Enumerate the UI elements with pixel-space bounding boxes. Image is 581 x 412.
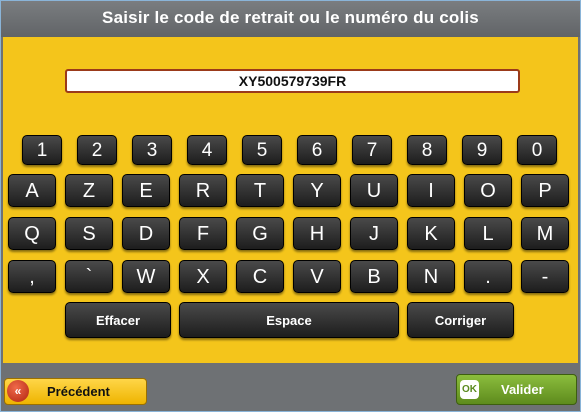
key-j[interactable]: J bbox=[350, 217, 398, 250]
key-k[interactable]: K bbox=[407, 217, 455, 250]
key-d[interactable]: D bbox=[122, 217, 170, 250]
space-button[interactable]: Espace bbox=[179, 302, 399, 338]
validate-button-label: Valider bbox=[501, 382, 544, 397]
key-2[interactable]: 2 bbox=[77, 135, 117, 165]
erase-button[interactable]: Effacer bbox=[65, 302, 171, 338]
parcel-code-input[interactable]: XY500579739FR bbox=[65, 69, 520, 93]
key-7[interactable]: 7 bbox=[352, 135, 392, 165]
ok-badge-icon: OK bbox=[460, 380, 479, 399]
key-m[interactable]: M bbox=[521, 217, 569, 250]
key-5[interactable]: 5 bbox=[242, 135, 282, 165]
key-c[interactable]: C bbox=[236, 260, 284, 293]
key-s[interactable]: S bbox=[65, 217, 113, 250]
key-a[interactable]: A bbox=[8, 174, 56, 207]
key-p[interactable]: P bbox=[521, 174, 569, 207]
key-1[interactable]: 1 bbox=[22, 135, 62, 165]
key-backtick[interactable]: ` bbox=[65, 260, 113, 293]
key-0[interactable]: 0 bbox=[517, 135, 557, 165]
key-8[interactable]: 8 bbox=[407, 135, 447, 165]
correct-button[interactable]: Corriger bbox=[407, 302, 514, 338]
key-z[interactable]: Z bbox=[65, 174, 113, 207]
key-period[interactable]: . bbox=[464, 260, 512, 293]
key-b[interactable]: B bbox=[350, 260, 398, 293]
key-4[interactable]: 4 bbox=[187, 135, 227, 165]
key-x[interactable]: X bbox=[179, 260, 227, 293]
key-e[interactable]: E bbox=[122, 174, 170, 207]
key-n[interactable]: N bbox=[407, 260, 455, 293]
key-u[interactable]: U bbox=[350, 174, 398, 207]
previous-button[interactable]: « Précédent bbox=[4, 378, 147, 405]
key-3[interactable]: 3 bbox=[132, 135, 172, 165]
validate-button[interactable]: OK Valider bbox=[456, 374, 577, 405]
key-o[interactable]: O bbox=[464, 174, 512, 207]
key-y[interactable]: Y bbox=[293, 174, 341, 207]
page-title: Saisir le code de retrait ou le numéro d… bbox=[1, 1, 580, 37]
key-t[interactable]: T bbox=[236, 174, 284, 207]
kiosk-screen: Saisir le code de retrait ou le numéro d… bbox=[0, 0, 581, 412]
double-chevron-left-icon: « bbox=[7, 380, 29, 402]
key-h[interactable]: H bbox=[293, 217, 341, 250]
footer-bar: « Précédent OK Valider bbox=[1, 363, 580, 411]
key-g[interactable]: G bbox=[236, 217, 284, 250]
key-f[interactable]: F bbox=[179, 217, 227, 250]
key-6[interactable]: 6 bbox=[297, 135, 337, 165]
key-dash[interactable]: - bbox=[521, 260, 569, 293]
previous-button-label: Précédent bbox=[47, 384, 110, 399]
key-l[interactable]: L bbox=[464, 217, 512, 250]
key-r[interactable]: R bbox=[179, 174, 227, 207]
keyboard-panel: XY500579739FR 1 2 3 4 5 6 7 8 9 0 A Z E … bbox=[3, 37, 578, 363]
key-comma[interactable]: , bbox=[8, 260, 56, 293]
key-w[interactable]: W bbox=[122, 260, 170, 293]
key-9[interactable]: 9 bbox=[462, 135, 502, 165]
key-q[interactable]: Q bbox=[8, 217, 56, 250]
key-i[interactable]: I bbox=[407, 174, 455, 207]
key-v[interactable]: V bbox=[293, 260, 341, 293]
